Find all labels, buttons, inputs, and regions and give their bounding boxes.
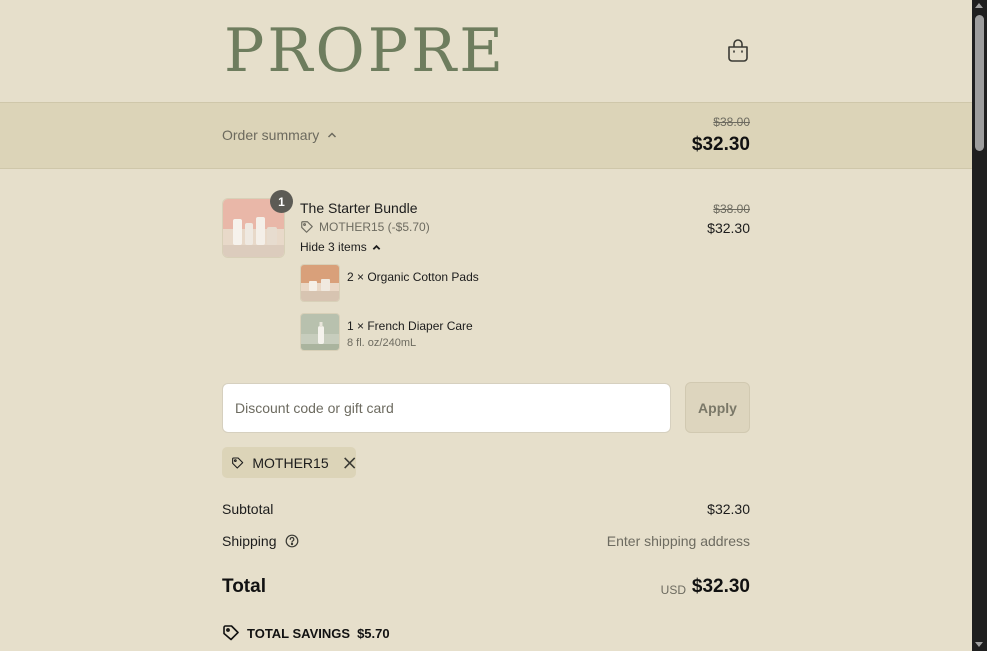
summary-total-price: $32.30 (691, 134, 750, 155)
bundle-item-meta: 8 fl. oz/240mL (347, 337, 417, 349)
discount-code-input[interactable] (222, 383, 671, 433)
total-value: $32.30 (691, 576, 750, 597)
hide-items-toggle[interactable]: Hide 3 items (300, 240, 381, 254)
total-label: Total (222, 576, 266, 597)
scroll-up-arrow-icon[interactable] (975, 3, 983, 8)
product-discount-text: MOTHER15 (-$5.70) (319, 220, 430, 234)
product-price: $32.30 (707, 220, 750, 236)
shipping-label: Shipping (222, 533, 277, 549)
checkout-page: PROPRE Order summary $38.00 $32.30 1 The (0, 0, 972, 651)
order-summary-toggle[interactable]: Order summary (222, 127, 337, 143)
bundle-item-image (300, 264, 340, 302)
applied-discount-tag: MOTHER15 (222, 447, 356, 478)
scroll-down-arrow-icon[interactable] (975, 642, 983, 647)
order-summary-label: Order summary (222, 127, 320, 143)
shipping-row: Shipping (222, 533, 299, 549)
shopping-bag-icon[interactable] (726, 38, 750, 64)
applied-discount-code: MOTHER15 (252, 454, 329, 471)
chevron-up-icon (372, 244, 380, 250)
scrollbar[interactable] (972, 0, 987, 651)
bundle-item: 1 × French Diaper Care 8 fl. oz/240mL (300, 313, 473, 351)
store-logo[interactable]: PROPRE (224, 16, 506, 86)
shipping-value: Enter shipping address (606, 533, 750, 549)
product-discount: MOTHER15 (-$5.70) (300, 220, 430, 234)
bundle-item-label: 1 × French Diaper Care (347, 319, 473, 333)
savings-label: TOTAL SAVINGS (247, 625, 351, 641)
help-circle-icon[interactable] (285, 534, 299, 548)
scrollbar-thumb[interactable] (975, 15, 984, 151)
apply-discount-button[interactable]: Apply (685, 382, 750, 433)
tag-icon (223, 625, 239, 641)
quantity-badge: 1 (270, 190, 293, 213)
summary-original-price: $38.00 (713, 115, 750, 129)
savings-value: $5.70 (357, 625, 390, 641)
header: PROPRE (0, 0, 972, 102)
subtotal-label: Subtotal (222, 501, 274, 517)
bundle-item-label: 2 × Organic Cotton Pads (347, 270, 479, 284)
bundle-item-image (300, 313, 340, 351)
product-name: The Starter Bundle (300, 200, 418, 216)
total-currency: USD (660, 583, 686, 597)
tag-icon (232, 456, 244, 469)
total-savings: TOTAL SAVINGS $5.70 (222, 624, 390, 642)
close-icon[interactable] (343, 455, 356, 471)
subtotal-value: $32.30 (707, 501, 750, 517)
chevron-up-icon (328, 132, 337, 138)
order-summary-bar[interactable]: Order summary $38.00 $32.30 (0, 102, 972, 169)
product-original-price: $38.00 (713, 202, 750, 216)
hide-items-label: Hide 3 items (300, 240, 367, 254)
tag-icon (301, 221, 313, 233)
bundle-item: 2 × Organic Cotton Pads (300, 264, 479, 302)
